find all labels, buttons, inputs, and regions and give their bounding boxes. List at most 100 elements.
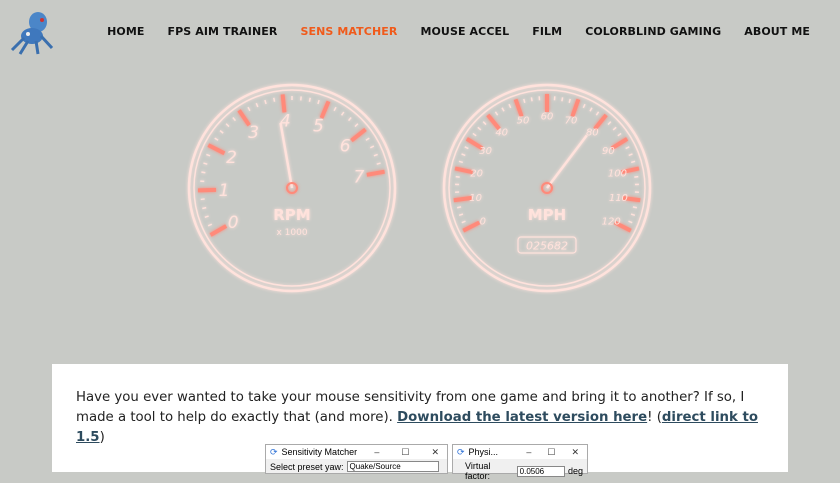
minor-tick (226, 124, 229, 127)
minor-tick (562, 97, 563, 101)
minor-tick (465, 147, 469, 149)
minor-tick (206, 154, 210, 155)
minor-tick (633, 207, 637, 208)
minor-tick (596, 112, 598, 115)
window-controls: –☐✕ (526, 447, 587, 458)
physics-window-screenshot: ⟳Physi...–☐✕ Virtual factor:0.0506deg (452, 444, 588, 474)
minor-tick (349, 118, 352, 121)
nav-colorblind-gaming[interactable]: COLORBLIND GAMING (585, 25, 721, 38)
minor-tick (459, 214, 463, 215)
gauge-tick-label: 40 (495, 128, 508, 139)
minor-tick (483, 122, 486, 125)
minor-tick (215, 138, 218, 140)
factor-label: Virtual factor: (465, 461, 514, 481)
minor-tick (569, 99, 570, 103)
gauge-tick-label: 120 (602, 216, 621, 227)
minor-tick (274, 98, 275, 102)
minor-tick (608, 122, 611, 125)
refresh-icon: ⟳ (270, 447, 278, 458)
gauge-tick-label: 5 (313, 116, 324, 136)
minor-tick (629, 154, 633, 155)
minor-tick (629, 221, 633, 223)
minor-tick (473, 133, 476, 135)
window-controls: –☐✕ (374, 447, 447, 458)
main-nav: HOME FPS AIM TRAINER SENS MATCHER MOUSE … (107, 25, 810, 38)
minor-tick (462, 221, 466, 223)
major-tick (516, 99, 522, 116)
gauge-tick-label: 60 (541, 112, 554, 123)
minor-tick (590, 108, 592, 111)
minor-tick (334, 107, 336, 111)
major-tick (572, 99, 578, 116)
gauges-illustration: 01234567RPMx 1000 0102030405060708090100… (0, 70, 840, 364)
gauge-tick-label: 0 (228, 213, 239, 233)
minor-tick (583, 104, 585, 108)
mph-gauge: 0102030405060708090100110120MPH025682 (444, 85, 650, 291)
minor-tick (374, 154, 378, 155)
minor-tick (256, 103, 258, 107)
nav-sens-matcher[interactable]: SENS MATCHER (300, 25, 397, 38)
gauge-tick-label: 6 (340, 137, 351, 157)
major-tick (208, 145, 224, 153)
minor-tick (233, 118, 236, 121)
factor-field: 0.0506 (517, 466, 565, 477)
minor-tick (377, 163, 381, 164)
gauge-tick-label: 10 (469, 193, 482, 204)
minor-tick (459, 161, 463, 162)
minor-tick (626, 147, 630, 149)
minor-tick (220, 131, 223, 133)
intro-text: ) (100, 430, 105, 445)
minor-tick (309, 98, 310, 102)
rpm-gauge: 01234567RPMx 1000 (189, 85, 395, 291)
nav-about-me[interactable]: ABOUT ME (744, 25, 810, 38)
minor-tick (531, 97, 532, 101)
minor-tick (248, 107, 250, 111)
minor-tick (631, 214, 635, 215)
minor-tick (502, 108, 504, 111)
minor-tick (203, 163, 207, 164)
content-area: Have you ever wanted to take your mouse … (52, 364, 788, 472)
gauge-needle (281, 123, 292, 188)
gauge-tick-label: 3 (248, 123, 259, 143)
gauge-tick-label: 80 (586, 128, 599, 139)
intro-paragraph: Have you ever wanted to take your mouse … (76, 388, 776, 448)
nav-mouse-accel[interactable]: MOUSE ACCEL (420, 25, 509, 38)
minor-tick (202, 208, 206, 209)
gauge-needle (547, 135, 587, 188)
nav-fps-aim-trainer[interactable]: FPS AIM TRAINER (167, 25, 277, 38)
window-title: Sensitivity Matcher (282, 447, 358, 457)
minor-tick (366, 138, 369, 140)
major-tick (283, 94, 285, 112)
minor-tick (613, 127, 616, 130)
rpm-subtitle: x 1000 (276, 228, 307, 238)
minor-tick (509, 104, 511, 108)
nav-film[interactable]: FILM (532, 25, 562, 38)
nav-home[interactable]: HOME (107, 25, 144, 38)
gauge-tick-label: 7 (354, 167, 365, 187)
gauge-tick-label: 1 (219, 181, 230, 201)
gauge-tick-label: 0 (480, 216, 486, 227)
sensitivity-matcher-window-screenshot: ⟳ Sensitivity Matcher –☐✕ Select preset ya… (265, 444, 448, 474)
preset-label: Select preset yaw: (270, 462, 344, 472)
minor-tick (265, 100, 266, 104)
download-link[interactable]: Download the latest version here (397, 410, 647, 425)
mph-title: MPH (528, 206, 566, 224)
gauge-tick-label: 70 (565, 116, 578, 127)
minor-tick (205, 216, 209, 217)
minor-tick (370, 146, 374, 148)
gauge-tick-label: 100 (608, 169, 627, 180)
minor-tick (318, 100, 319, 104)
refresh-icon: ⟳ (457, 447, 465, 458)
robot-logo-icon[interactable] (8, 8, 58, 58)
gauge-tick-label: 50 (517, 116, 530, 127)
minor-tick (457, 207, 461, 208)
major-tick (367, 172, 385, 175)
minor-tick (208, 224, 212, 226)
minor-tick (495, 112, 497, 115)
minor-tick (631, 161, 635, 162)
gauge-tick-label: 20 (470, 169, 483, 180)
odometer-reading: 025682 (526, 240, 568, 253)
minor-tick (462, 154, 466, 155)
gauge-tick-label: 2 (226, 148, 237, 168)
minor-tick (201, 172, 205, 173)
